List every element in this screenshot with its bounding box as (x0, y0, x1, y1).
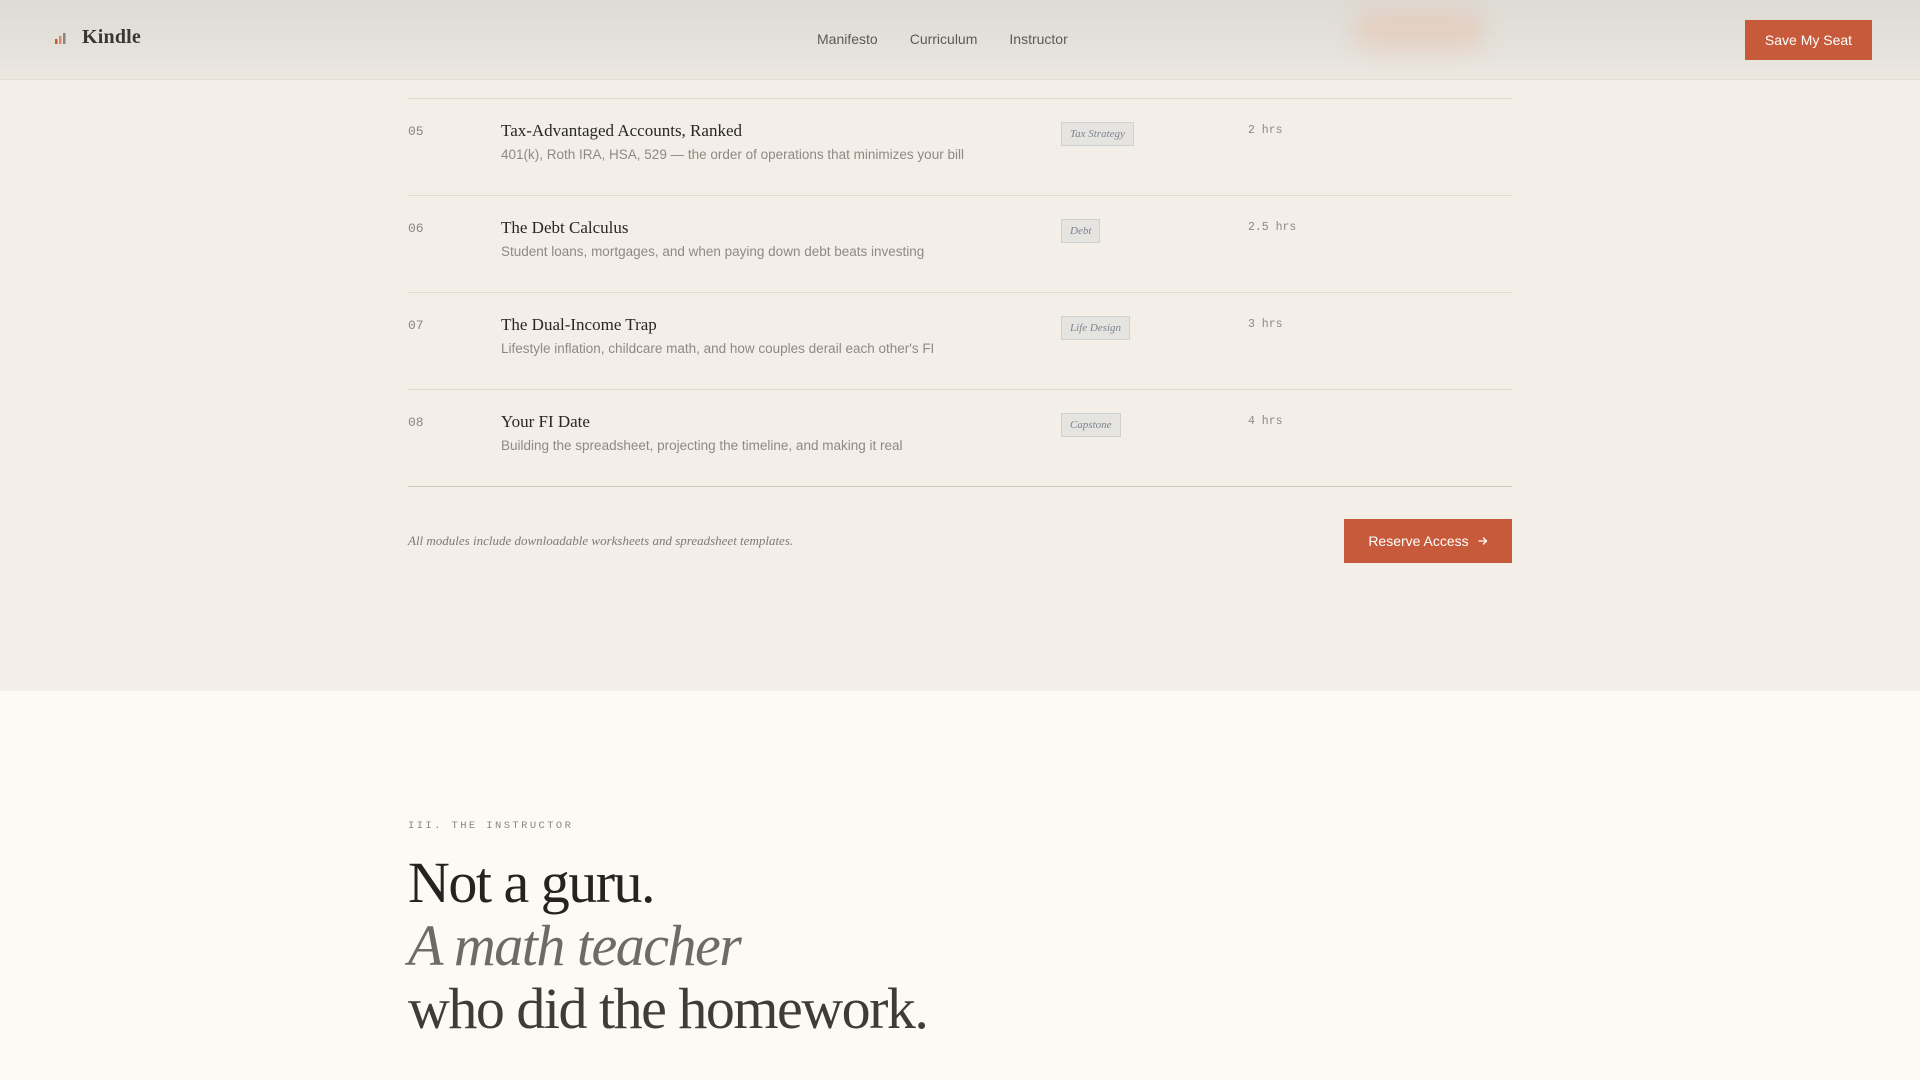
nav-link-curriculum[interactable]: Curriculum (910, 31, 978, 47)
headline-line-2: A math teacher (408, 913, 742, 978)
nav-link-instructor[interactable]: Instructor (1009, 31, 1067, 47)
module-title: Tax-Advantaged Accounts, Ranked (501, 121, 742, 140)
module-row: 05 Tax-Advantaged Accounts, Ranked 401(k… (408, 99, 1512, 196)
module-row: 07 The Dual-Income Trap Lifestyle inflat… (408, 293, 1512, 390)
instructor-headline: Not a guru. A math teacher who did the h… (408, 850, 929, 1041)
module-number: 06 (408, 221, 424, 236)
module-number: 05 (408, 124, 424, 139)
brand-name: Kindle (82, 26, 141, 48)
headline-line-3: who did the homework. (408, 976, 929, 1041)
modules-footnote: All modules include downloadable workshe… (408, 533, 794, 548)
module-tag: Tax Strategy (1061, 122, 1134, 146)
module-description: Lifestyle inflation, childcare math, and… (501, 341, 935, 356)
module-tag: Debt (1061, 219, 1101, 243)
module-duration: 2.5 hrs (1248, 221, 1297, 234)
module-duration: 3 hrs (1248, 318, 1283, 331)
main-nav: Manifesto Curriculum Instructor (817, 31, 1068, 47)
reserve-access-button[interactable]: Reserve Access (1344, 519, 1512, 563)
section-eyebrow: III. THE INSTRUCTOR (408, 820, 574, 832)
headline-line-1: Not a guru. (408, 850, 656, 915)
module-description: Building the spreadsheet, projecting the… (501, 438, 903, 453)
module-title: The Debt Calculus (501, 218, 629, 237)
instructor-section: III. THE INSTRUCTOR Not a guru. A math t… (0, 691, 1920, 1080)
module-title: The Dual-Income Trap (501, 315, 657, 334)
module-duration: 4 hrs (1248, 415, 1283, 428)
module-number: 07 (408, 318, 424, 333)
module-row: 06 The Debt Calculus Student loans, mort… (408, 196, 1512, 293)
module-title: Your FI Date (501, 412, 590, 431)
module-description: 401(k), Roth IRA, HSA, 529 — the order o… (501, 147, 964, 162)
module-row: 08 Your FI Date Building the spreadsheet… (408, 390, 1512, 487)
brand[interactable]: Kindle (54, 26, 141, 49)
module-tag: Life Design (1061, 316, 1131, 340)
decorative-glow (1354, 10, 1484, 50)
module-list: 05 Tax-Advantaged Accounts, Ranked 401(k… (408, 98, 1512, 487)
bar-chart-logo-icon (55, 32, 66, 44)
nav-link-manifesto[interactable]: Manifesto (817, 31, 878, 47)
module-duration: 2 hrs (1248, 124, 1283, 137)
module-number: 08 (408, 415, 424, 430)
arrow-right-icon (1478, 537, 1487, 545)
save-my-seat-button[interactable]: Save My Seat (1745, 20, 1872, 60)
curriculum-section: 05 Tax-Advantaged Accounts, Ranked 401(k… (0, 80, 1920, 691)
module-tag: Capstone (1061, 413, 1121, 437)
module-description: Student loans, mortgages, and when payin… (501, 244, 925, 259)
reserve-access-label: Reserve Access (1368, 533, 1469, 549)
site-header: Kindle Manifesto Curriculum Instructor S… (0, 0, 1920, 80)
